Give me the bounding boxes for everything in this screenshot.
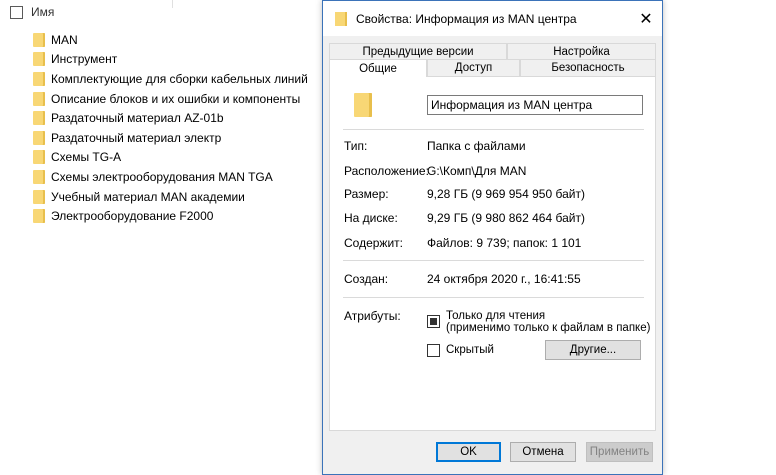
- readonly-note: (применимо только к файлам в папке): [446, 322, 651, 334]
- close-button[interactable]: ✕: [637, 10, 655, 28]
- folder-icon: [32, 91, 46, 106]
- folder-icon: [32, 52, 46, 67]
- folder-icon: [334, 11, 348, 26]
- cancel-button[interactable]: Отмена: [510, 442, 576, 462]
- hidden-checkbox[interactable]: [427, 344, 440, 357]
- list-item[interactable]: Описание блоков и их ошибки и компоненты: [32, 89, 308, 109]
- file-name: Учебный материал MAN академии: [51, 189, 245, 204]
- ok-button[interactable]: OK: [436, 442, 501, 462]
- file-list: MAN Инструмент Комплектующие для сборки …: [32, 30, 308, 226]
- readonly-label[interactable]: Только для чтения: [446, 310, 545, 322]
- close-icon: ✕: [639, 11, 653, 28]
- folder-icon: [32, 71, 46, 86]
- file-name: Комплектующие для сборки кабельных линий: [51, 71, 308, 86]
- location-value: G:\Комп\Для MAN: [427, 164, 527, 178]
- folder-name-input[interactable]: [427, 95, 643, 115]
- dialog-titlebar[interactable]: Свойства: Информация из MAN центра ✕: [323, 1, 662, 36]
- folder-icon: [32, 32, 46, 47]
- list-item[interactable]: Учебный материал MAN академии: [32, 187, 308, 207]
- created-value: 24 октября 2020 г., 16:41:55: [427, 272, 581, 286]
- general-tab-panel: Тип: Папка с файлами Расположение: G:\Ко…: [329, 76, 656, 431]
- divider: [343, 260, 644, 261]
- list-item[interactable]: Схемы TG-A: [32, 148, 308, 168]
- file-name: Схемы электрооборудования MAN TGA: [51, 169, 273, 184]
- size-value: 9,28 ГБ (9 969 954 950 байт): [427, 187, 585, 201]
- apply-button[interactable]: Применить: [586, 442, 653, 462]
- column-header-name[interactable]: Имя: [31, 5, 54, 19]
- tab-sharing[interactable]: Доступ: [427, 59, 520, 76]
- list-item[interactable]: MAN: [32, 30, 308, 50]
- divider: [343, 129, 644, 130]
- divider: [343, 297, 644, 298]
- list-item[interactable]: Раздаточный материал AZ-01b: [32, 108, 308, 128]
- folder-icon: [32, 189, 46, 204]
- folder-icon: [32, 169, 46, 184]
- contains-label: Содержит:: [344, 236, 403, 250]
- file-name: Инструмент: [51, 52, 118, 67]
- list-item[interactable]: Комплектующие для сборки кабельных линий: [32, 69, 308, 89]
- tab-security[interactable]: Безопасность: [520, 59, 656, 76]
- folder-icon: [32, 150, 46, 165]
- list-item[interactable]: Раздаточный материал электр: [32, 128, 308, 148]
- folder-icon: [32, 209, 46, 224]
- file-name: Схемы TG-A: [51, 150, 122, 165]
- tab-previous-versions[interactable]: Предыдущие версии: [329, 43, 507, 60]
- file-name: MAN: [51, 32, 78, 47]
- created-label: Создан:: [344, 272, 389, 286]
- list-item[interactable]: Схемы электрооборудования MAN TGA: [32, 167, 308, 187]
- type-value: Папка с файлами: [427, 139, 526, 153]
- contains-value: Файлов: 9 739; папок: 1 101: [427, 236, 582, 250]
- readonly-checkbox[interactable]: [427, 315, 440, 328]
- dialog-title: Свойства: Информация из MAN центра: [356, 11, 577, 26]
- file-name: Описание блоков и их ошибки и компоненты: [51, 91, 301, 106]
- tab-row-front: Общие Доступ Безопасность: [329, 59, 656, 77]
- select-all-checkbox[interactable]: [10, 5, 23, 19]
- file-name: Раздаточный материал электр: [51, 130, 222, 145]
- attributes-label: Атрибуты:: [344, 309, 401, 323]
- advanced-attributes-button[interactable]: Другие...: [545, 340, 641, 360]
- disk-size-label: На диске:: [344, 211, 398, 225]
- hidden-label[interactable]: Скрытый: [446, 344, 494, 356]
- folder-icon: [32, 130, 46, 145]
- tab-general[interactable]: Общие: [329, 59, 427, 77]
- folder-icon: [354, 93, 374, 117]
- list-item[interactable]: Инструмент: [32, 50, 308, 70]
- type-label: Тип:: [344, 139, 368, 153]
- file-name: Электрооборудование F2000: [51, 209, 214, 224]
- folder-icon: [32, 111, 46, 126]
- file-name: Раздаточный материал AZ-01b: [51, 111, 224, 126]
- column-separator[interactable]: [172, 0, 173, 8]
- size-label: Размер:: [344, 187, 389, 201]
- disk-size-value: 9,29 ГБ (9 980 862 464 байт): [427, 211, 585, 225]
- properties-dialog: Свойства: Информация из MAN центра ✕ Пре…: [322, 0, 663, 475]
- list-item[interactable]: Электрооборудование F2000: [32, 206, 308, 226]
- tab-customize[interactable]: Настройка: [507, 43, 656, 60]
- column-header[interactable]: Имя: [10, 4, 54, 20]
- tab-row-back: Предыдущие версии Настройка: [329, 43, 656, 60]
- location-label: Расположение:: [344, 164, 429, 178]
